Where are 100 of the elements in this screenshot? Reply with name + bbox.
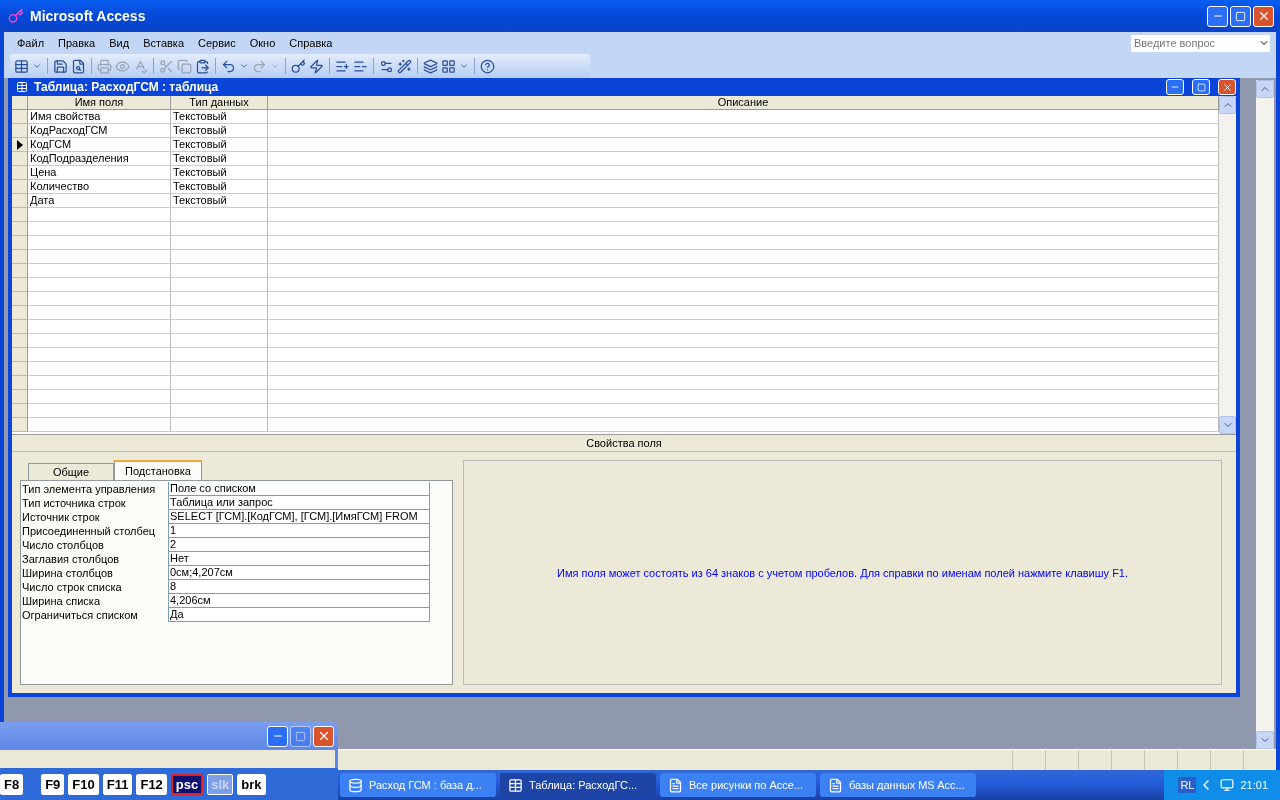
table-cell[interactable] <box>28 376 171 390</box>
minimize-button[interactable] <box>1166 79 1184 95</box>
eye-icon[interactable] <box>115 58 130 74</box>
table-cell[interactable] <box>268 334 1219 348</box>
printer-icon[interactable] <box>97 58 112 74</box>
table-cell[interactable] <box>268 376 1219 390</box>
close-button[interactable] <box>1218 79 1236 95</box>
property-value[interactable]: Нет <box>168 552 430 566</box>
table-cell[interactable]: Имя свойства <box>28 110 171 124</box>
table-cell[interactable]: Текстовый <box>171 166 268 180</box>
table-cell[interactable] <box>171 404 268 418</box>
scroll-down-button[interactable] <box>1256 731 1274 749</box>
table-cell[interactable] <box>171 208 268 222</box>
language-indicator[interactable]: RL <box>1178 777 1197 793</box>
table-cell[interactable] <box>268 418 1219 432</box>
table-cell[interactable] <box>171 292 268 306</box>
table-cell[interactable]: Текстовый <box>171 124 268 138</box>
caret-icon[interactable] <box>32 61 42 71</box>
grid-icon[interactable] <box>441 58 456 74</box>
paste-icon[interactable] <box>195 58 210 74</box>
menu-item[interactable]: Файл <box>10 37 52 49</box>
save-icon[interactable] <box>53 58 68 74</box>
table-icon[interactable] <box>14 58 29 74</box>
cut-icon[interactable] <box>159 58 174 74</box>
table-cell[interactable] <box>171 236 268 250</box>
key-button[interactable]: brk <box>237 773 266 795</box>
scroll-up-button[interactable] <box>1256 80 1274 98</box>
table-cell[interactable]: Количество <box>28 180 171 194</box>
table-cell[interactable]: Текстовый <box>171 110 268 124</box>
delete-rows-icon[interactable] <box>353 58 368 74</box>
table-cell[interactable] <box>268 208 1219 222</box>
table-cell[interactable]: КодРасходГСМ <box>28 124 171 138</box>
table-cell[interactable]: Текстовый <box>171 152 268 166</box>
table-cell[interactable] <box>171 390 268 404</box>
minimize-button[interactable] <box>267 725 288 747</box>
key-button[interactable]: psc <box>170 773 204 795</box>
table-cell[interactable] <box>268 320 1219 334</box>
table-cell[interactable] <box>171 418 268 432</box>
table-cell[interactable] <box>268 110 1219 124</box>
table-cell[interactable] <box>268 250 1219 264</box>
table-cell[interactable] <box>268 362 1219 376</box>
table-cell[interactable] <box>171 348 268 362</box>
property-value[interactable]: Поле со списком <box>168 482 430 496</box>
table-cell[interactable] <box>28 278 171 292</box>
table-cell[interactable] <box>268 194 1219 208</box>
table-cell[interactable] <box>28 404 171 418</box>
table-cell[interactable] <box>171 250 268 264</box>
tab[interactable]: Общие <box>28 463 114 480</box>
table-cell[interactable] <box>268 124 1219 138</box>
table-cell[interactable] <box>268 152 1219 166</box>
table-cell[interactable] <box>268 390 1219 404</box>
table-cell[interactable] <box>171 376 268 390</box>
table-cell[interactable]: Текстовый <box>171 180 268 194</box>
minimize-button[interactable] <box>1207 5 1228 27</box>
table-cell[interactable] <box>28 292 171 306</box>
table-cell[interactable]: Дата <box>28 194 171 208</box>
sliders-icon[interactable] <box>379 58 394 74</box>
table-cell[interactable] <box>28 348 171 362</box>
key-icon[interactable] <box>291 58 306 74</box>
table-cell[interactable] <box>268 264 1219 278</box>
maximize-button[interactable] <box>1230 5 1251 27</box>
help-icon[interactable] <box>480 58 495 74</box>
table-cell[interactable] <box>171 278 268 292</box>
key-button[interactable]: F11 <box>102 773 133 795</box>
scroll-up-button[interactable] <box>1219 96 1236 114</box>
menu-item[interactable]: Справка <box>282 37 340 49</box>
table-cell[interactable] <box>171 222 268 236</box>
lightning-icon[interactable] <box>309 58 324 74</box>
table-cell[interactable] <box>28 250 171 264</box>
maximize-button[interactable] <box>290 725 311 747</box>
table-cell[interactable] <box>28 208 171 222</box>
table-cell[interactable] <box>268 166 1219 180</box>
caret-icon[interactable] <box>270 61 280 71</box>
key-button[interactable]: F12 <box>136 773 167 795</box>
property-value[interactable]: 0см;4,207см <box>168 566 430 580</box>
wand-icon[interactable] <box>397 58 412 74</box>
property-value[interactable]: Да <box>168 608 430 622</box>
table-cell[interactable] <box>268 138 1219 152</box>
table-cell[interactable] <box>28 418 171 432</box>
menu-item[interactable]: Сервис <box>191 37 243 49</box>
taskbar-button[interactable]: Таблица: РасходГС... <box>500 773 656 797</box>
table-cell[interactable] <box>28 222 171 236</box>
menu-item[interactable]: Вид <box>102 37 137 49</box>
caret-icon[interactable] <box>459 61 469 71</box>
table-cell[interactable]: Цена <box>28 166 171 180</box>
table-cell[interactable] <box>268 306 1219 320</box>
scrollbar[interactable] <box>1256 80 1274 749</box>
key-button[interactable]: F10 <box>68 773 99 795</box>
table-cell[interactable] <box>28 390 171 404</box>
table-cell[interactable] <box>28 320 171 334</box>
table-cell[interactable]: Текстовый <box>171 138 268 152</box>
table-cell[interactable] <box>171 264 268 278</box>
key-button[interactable]: F9 <box>41 773 65 795</box>
close-button[interactable] <box>1253 5 1274 27</box>
table-cell[interactable] <box>268 292 1219 306</box>
insert-rows-icon[interactable] <box>335 58 350 74</box>
property-value[interactable]: 1 <box>168 524 430 538</box>
table-cell[interactable] <box>268 236 1219 250</box>
table-cell[interactable] <box>171 320 268 334</box>
taskbar-button[interactable]: Все рисунки по Acce... <box>660 773 816 797</box>
